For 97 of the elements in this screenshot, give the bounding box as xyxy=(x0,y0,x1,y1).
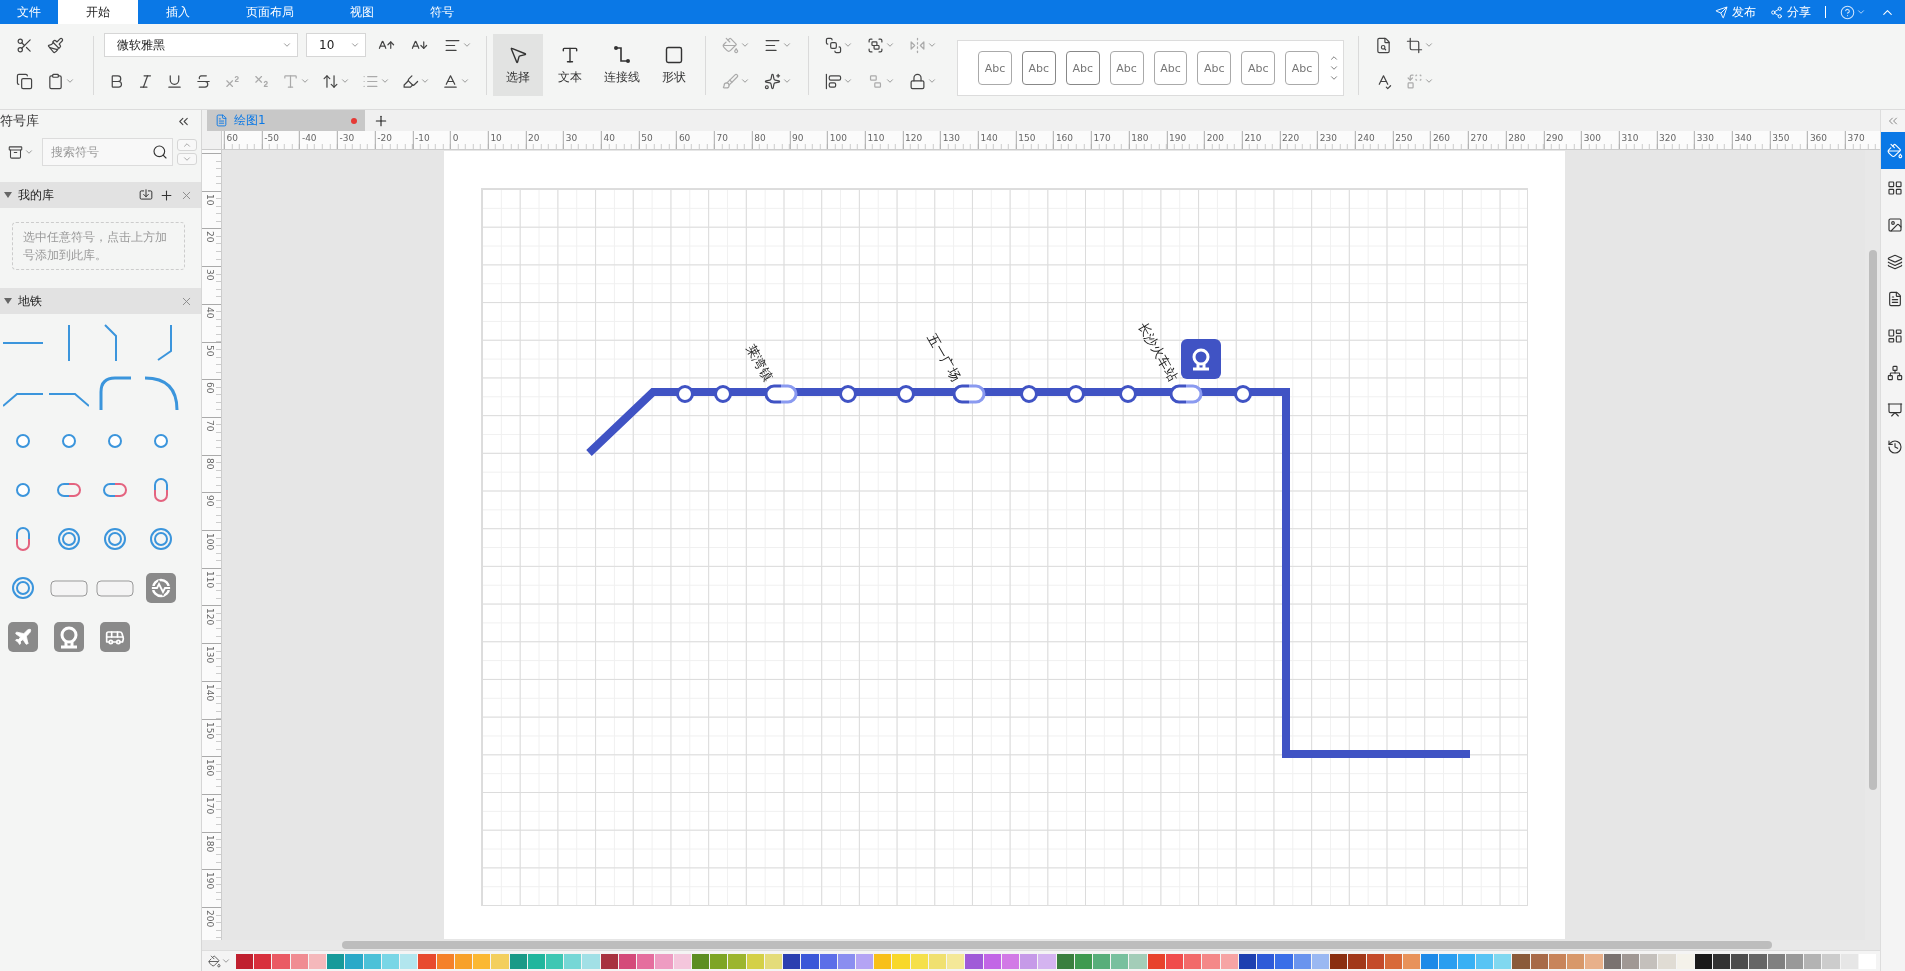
ruler-label: 160 xyxy=(205,759,215,777)
ruler-label: -50 xyxy=(264,133,279,143)
style-preset[interactable]: Abc xyxy=(1197,51,1232,85)
search-field[interactable]: 搜索符号 xyxy=(42,138,173,166)
ruler-label: -10 xyxy=(415,133,430,143)
ruler-label: 130 xyxy=(205,646,215,664)
ruler-label: 150 xyxy=(205,721,215,739)
menu-tab[interactable]: 视图 xyxy=(322,0,402,24)
station-label: 五一广场 xyxy=(924,330,964,384)
ruler-label: 90 xyxy=(792,133,804,143)
ruler-label: 200 xyxy=(1206,133,1224,143)
ruler-label: 210 xyxy=(1244,133,1262,143)
ruler-label: 260 xyxy=(1432,133,1451,143)
ruler-label: 310 xyxy=(1621,133,1639,143)
ruler-label: 320 xyxy=(1659,133,1677,143)
ruler-label: 100 xyxy=(829,133,847,143)
ruler-label: 170 xyxy=(205,796,215,815)
empty-library-hint: 选中任意符号，点击上方加号添加到此库。 xyxy=(12,222,185,270)
style-preset[interactable]: Abc xyxy=(1285,51,1319,85)
ruler-label: 60 xyxy=(226,133,238,143)
ruler-label: 10 xyxy=(205,193,215,206)
section-title: 我的库 xyxy=(18,186,55,204)
ruler-label: -20 xyxy=(377,133,392,143)
style-preset[interactable]: Abc xyxy=(1153,51,1188,85)
station-label: 莱湾镇 xyxy=(742,342,776,384)
font-size-select[interactable]: 10 xyxy=(306,33,366,57)
ruler-label: 120 xyxy=(905,133,923,143)
ruler-label: 200 xyxy=(205,910,215,928)
ruler-label: 80 xyxy=(205,457,215,470)
ruler-label: 360 xyxy=(1809,133,1828,143)
style-preset[interactable]: Abc xyxy=(1241,51,1276,85)
publish-button[interactable]: 发布 xyxy=(1715,3,1756,21)
ruler-label: -30 xyxy=(339,133,355,143)
ruler-label: 90 xyxy=(205,495,215,507)
ruler-label: -40 xyxy=(301,133,317,143)
ruler-label: 100 xyxy=(205,533,215,551)
ruler-label: 110 xyxy=(867,133,885,143)
font-select[interactable]: 微软雅黑 xyxy=(104,33,298,57)
ruler-label: 110 xyxy=(205,570,215,588)
ruler-label: 230 xyxy=(1319,133,1337,143)
ruler-label: 280 xyxy=(1508,133,1526,143)
ruler-label: 30 xyxy=(205,269,215,281)
ruler-label: 370 xyxy=(1847,133,1865,143)
ruler-label: 20 xyxy=(528,133,540,143)
menu-tab[interactable]: 符号 xyxy=(402,0,482,24)
ruler-label: 190 xyxy=(205,872,215,890)
ruler-label: 180 xyxy=(205,834,215,852)
ruler-label: 300 xyxy=(1583,133,1601,143)
ruler-label: 250 xyxy=(1395,133,1413,143)
ruler-label: 50 xyxy=(205,344,215,356)
style-preset[interactable]: Abc xyxy=(978,51,1012,85)
ruler-label: 20 xyxy=(205,231,215,243)
menu-tab[interactable]: 文件 xyxy=(0,0,58,24)
share-button[interactable]: 分享 xyxy=(1770,3,1811,21)
ruler-label: 270 xyxy=(1470,133,1488,143)
ruler-label: 70 xyxy=(716,133,729,143)
ruler-label: 140 xyxy=(980,133,998,143)
library-section-header[interactable]: 我的库 xyxy=(0,182,201,208)
ruler-label: 50 xyxy=(641,133,653,143)
ruler-label: 30 xyxy=(565,133,578,143)
ruler-label: 150 xyxy=(1018,133,1036,143)
ruler-label: 160 xyxy=(1055,133,1074,143)
style-preset[interactable]: Abc xyxy=(1109,51,1144,85)
library-section-header[interactable]: 地铁 xyxy=(0,288,201,314)
ruler-label: 40 xyxy=(603,133,615,143)
ruler-label: 130 xyxy=(942,133,960,143)
section-title: 地铁 xyxy=(18,292,43,310)
document-tab[interactable]: 绘图1 xyxy=(207,110,365,131)
ruler-label: 120 xyxy=(205,608,215,626)
ruler-label: 180 xyxy=(1131,133,1149,143)
ruler-label: 330 xyxy=(1696,133,1714,143)
ruler-label: 60 xyxy=(678,133,691,143)
ruler-label: 70 xyxy=(205,419,215,432)
style-preset[interactable]: Abc xyxy=(1021,51,1056,85)
ruler-label: 0 xyxy=(452,133,459,143)
ruler-label: 80 xyxy=(754,133,766,143)
menu-tab[interactable]: 页面布局 xyxy=(218,0,322,24)
menu-tab[interactable]: 插入 xyxy=(138,0,218,24)
ruler-label: 140 xyxy=(205,683,215,701)
ruler-label: 190 xyxy=(1169,133,1187,143)
ruler-label: 350 xyxy=(1772,133,1790,143)
ruler-label: 40 xyxy=(205,306,215,319)
tool-button[interactable]: 形状 xyxy=(649,34,699,96)
ruler-label: 170 xyxy=(1093,133,1111,143)
ruler-label: 340 xyxy=(1734,133,1752,143)
tool-button[interactable]: 文本 xyxy=(545,34,595,96)
ruler-label: 220 xyxy=(1282,133,1300,143)
station-label: 长沙火车站 xyxy=(1134,319,1181,384)
style-preset[interactable]: Abc xyxy=(1065,51,1100,85)
ruler-label: 290 xyxy=(1546,133,1564,143)
menu-tab[interactable]: 开始 xyxy=(58,0,138,24)
tool-button[interactable]: 连接线 xyxy=(597,34,647,96)
ruler-label: 60 xyxy=(205,382,215,394)
panel-title: 符号库 xyxy=(0,112,39,130)
ruler-label: 10 xyxy=(490,133,502,143)
tool-button[interactable]: 选择 xyxy=(493,34,543,96)
ruler-label: 240 xyxy=(1357,133,1375,143)
